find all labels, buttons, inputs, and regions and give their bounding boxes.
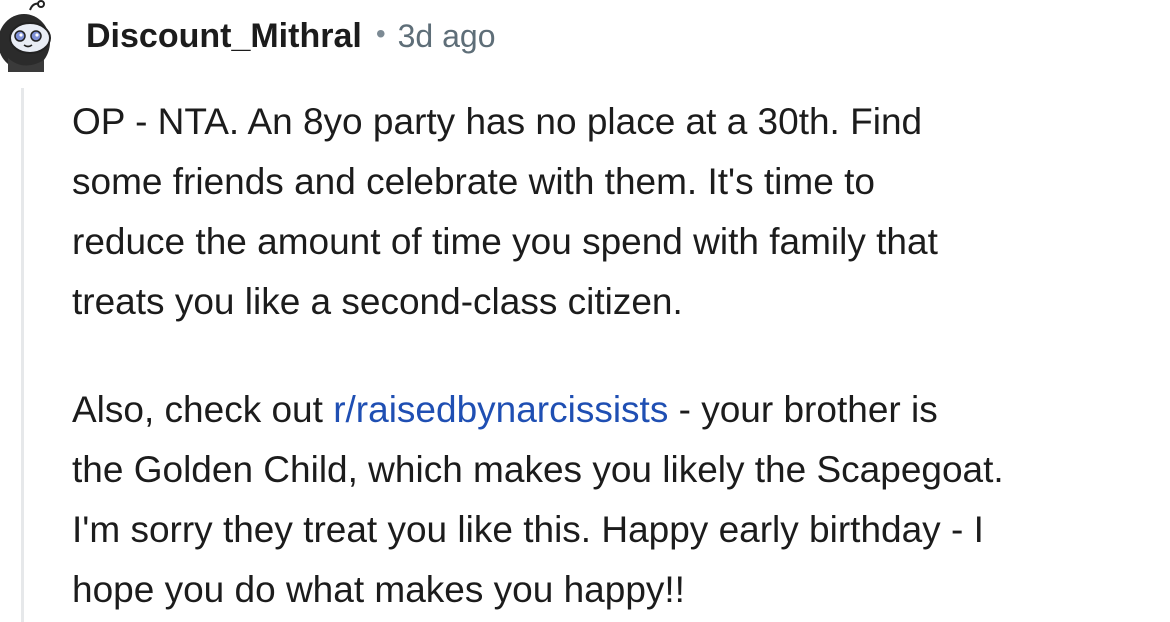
timestamp: 3d ago xyxy=(397,17,496,54)
thread-collapse-line[interactable] xyxy=(21,88,24,622)
comment-text: - your brother is xyxy=(668,389,938,430)
comment-line: I'm sorry they treat you like this. Happ… xyxy=(72,509,984,550)
comment-line: treats you like a second-class citizen. xyxy=(72,281,683,322)
subreddit-link[interactable]: r/raisedbynarcissists xyxy=(333,389,668,430)
comment-text: Also, check out xyxy=(72,389,334,430)
separator-dot: • xyxy=(375,18,386,49)
snoo-avatar-icon xyxy=(0,0,51,72)
comment-line: OP - NTA. An 8yo party has no place at a… xyxy=(72,101,923,142)
comment-header: Discount_Mithral • 3d ago xyxy=(86,14,496,58)
comment-line: some friends and celebrate with them. It… xyxy=(72,161,875,202)
comment-line: the Golden Child, which makes you likely… xyxy=(72,449,1004,490)
comment-line: reduce the amount of time you spend with… xyxy=(72,221,938,262)
comment-body: OP - NTA. An 8yo party has no place at a… xyxy=(72,92,1170,620)
avatar[interactable] xyxy=(0,0,56,72)
username-link[interactable]: Discount_Mithral xyxy=(86,17,362,56)
comment-line: Also, check out r/raisedbynarcissists - … xyxy=(72,380,1170,440)
comment-line: hope you do what makes you happy!! xyxy=(72,569,685,610)
